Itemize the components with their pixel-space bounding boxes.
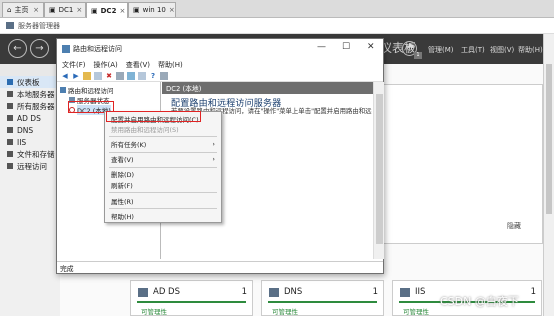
server-manager-sidebar: 仪表板 本地服务器 所有服务器 AD DS DNS IIS 文件和存储 远程访问	[0, 76, 60, 316]
rras-menubar: 文件(F) 操作(A) 查看(V) 帮助(H)	[57, 59, 383, 70]
remote-access-icon	[7, 163, 13, 169]
dashboard-icon	[7, 79, 13, 85]
refresh-icon[interactable]	[127, 71, 135, 80]
rras-node-icon	[60, 87, 66, 93]
iis-icon	[7, 139, 13, 145]
rras-toolbar: ◀ ▶ ✖ ?	[57, 70, 383, 82]
menu-help[interactable]: 帮助(H)	[158, 60, 183, 70]
watermark: CSDN @白夜下	[440, 295, 519, 308]
vm-tab-dc1[interactable]: ▣ DC1 ×	[44, 2, 86, 17]
menu-separator	[109, 208, 217, 209]
submenu-arrow-icon: ›	[212, 155, 215, 163]
tree-root[interactable]: 路由和远程访问	[57, 85, 160, 95]
rras-scrollbar[interactable]	[373, 82, 384, 259]
menu-item-refresh[interactable]: 刷新(F)	[105, 180, 221, 190]
menu-separator	[109, 136, 217, 137]
tile-dns[interactable]: DNS 1 可管理性	[261, 280, 384, 316]
close-icon[interactable]: ×	[76, 6, 82, 14]
menu-item-disable: 禁用路由和远程访问(S)	[111, 126, 179, 134]
adds-icon	[138, 288, 148, 297]
help-icon[interactable]: ?	[149, 72, 157, 80]
annotation-highlight-configure	[106, 111, 201, 122]
vm-tabbar: ⌂ 主页 × ▣ DC1 × ▣ DC2 × ▣ win 10 ×	[0, 0, 554, 18]
vm-icon: ▣	[133, 6, 140, 14]
menu-tools[interactable]: 工具(T)	[461, 45, 485, 55]
menu-action[interactable]: 操作(A)	[94, 60, 118, 70]
status-bar	[137, 301, 246, 303]
dns-icon	[269, 288, 279, 297]
sidebar-item-dashboard[interactable]: 仪表板	[0, 76, 60, 88]
tile-adds[interactable]: AD DS 1 可管理性	[130, 280, 253, 316]
scrollbar-thumb[interactable]	[546, 64, 552, 214]
menu-item-help[interactable]: 帮助(H)	[105, 211, 221, 221]
export-icon[interactable]	[138, 71, 146, 80]
menu-help[interactable]: 帮助(H)	[518, 45, 543, 55]
close-icon[interactable]: ×	[33, 6, 39, 14]
welcome-panel	[375, 84, 543, 244]
home-icon: ⌂	[7, 6, 12, 14]
adds-icon	[7, 115, 13, 121]
minimize-button[interactable]: —	[317, 42, 326, 52]
vm-tab-win10[interactable]: ▣ win 10 ×	[128, 2, 176, 17]
menu-file[interactable]: 文件(F)	[62, 60, 86, 70]
menu-separator	[109, 167, 217, 168]
scrollbar-thumb[interactable]	[376, 94, 383, 244]
status-bar: 完成	[57, 261, 383, 274]
vm-icon: ▣	[91, 6, 98, 15]
menu-view[interactable]: 视图(V)	[490, 45, 514, 55]
menu-item-view[interactable]: 查看(V) ›	[105, 154, 221, 164]
server-manager-icon	[6, 22, 14, 29]
sidebar-item-local-server[interactable]: 本地服务器	[0, 88, 60, 100]
vm-icon: ▣	[49, 6, 56, 14]
vm-tab-home[interactable]: ⌂ 主页 ×	[2, 2, 44, 17]
menu-separator	[109, 152, 217, 153]
iis-icon	[400, 288, 410, 297]
rras-titlebar[interactable]: 路由和远程访问 — ☐ ✕	[57, 39, 383, 59]
sidebar-item-all-servers[interactable]: 所有服务器	[0, 100, 60, 112]
server-icon	[7, 91, 13, 97]
dns-icon	[7, 127, 13, 133]
hide-link[interactable]: 隐藏	[507, 221, 521, 231]
properties-icon[interactable]	[116, 71, 124, 80]
sidebar-item-remote-access[interactable]: 远程访问	[0, 160, 60, 172]
sidebar-item-dns[interactable]: DNS	[0, 124, 60, 136]
sidebar-item-adds[interactable]: AD DS	[0, 112, 60, 124]
menu-manage[interactable]: 管理(M)	[428, 45, 454, 55]
sidebar-item-iis[interactable]: IIS	[0, 136, 60, 148]
close-icon[interactable]: ×	[169, 6, 175, 14]
show-hide-tree-icon[interactable]	[94, 71, 102, 80]
sidebar-item-file-storage[interactable]: 文件和存储	[0, 148, 60, 160]
close-icon[interactable]: ×	[119, 7, 125, 15]
servers-icon	[7, 103, 13, 109]
notification-count: 1	[414, 52, 422, 59]
up-folder-icon[interactable]	[83, 71, 91, 80]
maximize-button[interactable]: ☐	[342, 42, 350, 52]
forward-icon[interactable]: →	[30, 39, 49, 58]
submenu-arrow-icon: ›	[212, 140, 215, 148]
main-scrollbar[interactable]	[543, 34, 554, 316]
menu-item-all-tasks[interactable]: 所有任务(K) ›	[105, 139, 221, 149]
menu-item-properties[interactable]: 属性(R)	[105, 196, 221, 206]
detail-header: DC2 (本地)	[162, 82, 373, 94]
forward-icon[interactable]: ▶	[72, 72, 80, 80]
storage-icon	[7, 151, 13, 157]
server-manager-titlebar: 服务器管理器	[0, 18, 554, 34]
context-menu: 配置并启用路由和远程访问(C) 禁用路由和远程访问(S) 所有任务(K) › 查看…	[104, 111, 222, 223]
back-icon[interactable]: ←	[8, 39, 27, 58]
menu-separator	[109, 192, 217, 193]
menu-view[interactable]: 查看(V)	[126, 60, 150, 70]
back-icon[interactable]: ◀	[61, 72, 69, 80]
menu-item-delete[interactable]: 删除(D)	[105, 169, 221, 179]
console-icon[interactable]	[160, 71, 168, 80]
close-button[interactable]: ✕	[367, 42, 375, 52]
status-bar	[268, 301, 377, 303]
vm-tab-dc2[interactable]: ▣ DC2 ×	[86, 2, 128, 18]
rras-app-icon	[62, 45, 70, 53]
delete-icon[interactable]: ✖	[105, 72, 113, 80]
